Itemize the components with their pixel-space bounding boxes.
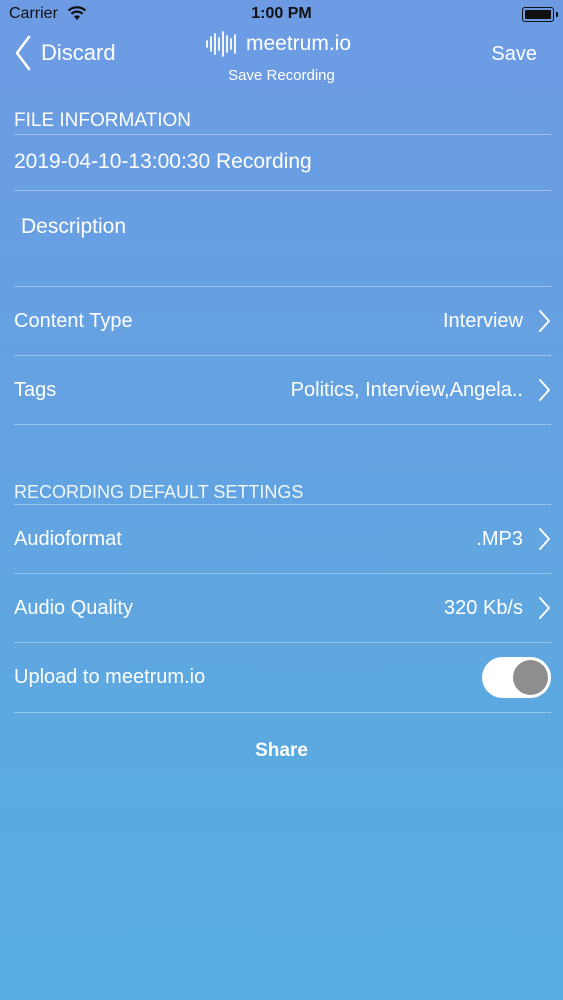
audioformat-label: Audioformat — [14, 527, 122, 550]
page-title: Save Recording — [228, 67, 335, 84]
battery-icon — [522, 7, 558, 22]
audioformat-value: .MP3 — [476, 527, 523, 550]
audio-quality-row[interactable]: Audio Quality 320 Kb/s — [14, 574, 551, 642]
divider — [14, 190, 551, 191]
divider — [14, 712, 551, 713]
description-field[interactable]: Description — [21, 215, 126, 239]
toggle-knob — [513, 660, 548, 695]
tags-label: Tags — [14, 378, 57, 401]
upload-label: Upload to meetrum.io — [14, 666, 206, 688]
audio-quality-label: Audio Quality — [14, 596, 133, 619]
content-type-value: Interview — [442, 309, 523, 332]
upload-row: Upload to meetrum.io — [14, 643, 551, 712]
tags-value: Politics, Interview,Angela.. — [290, 378, 523, 401]
brand-name: meetrum.io — [246, 32, 352, 55]
waveform-logo-icon — [206, 31, 236, 57]
recording-default-settings-header: RECORDING DEFAULT SETTINGS — [14, 482, 304, 502]
content-type-row[interactable]: Content Type Interview — [14, 287, 551, 355]
audioformat-row[interactable]: Audioformat .MP3 — [14, 505, 551, 573]
status-bar: Carrier 1:00 PM — [0, 0, 563, 30]
chevron-right-icon — [539, 310, 550, 332]
save-button[interactable]: Save — [491, 43, 537, 66]
chevron-right-icon — [539, 597, 550, 619]
discard-label: Discard — [41, 39, 116, 65]
share-button[interactable]: Share — [0, 740, 563, 762]
divider — [14, 134, 551, 135]
chevron-right-icon — [539, 528, 550, 550]
navigation-bar: Discard meetrum.io Save Recording Save — [0, 30, 563, 100]
filename-field[interactable]: 2019-04-10-13:00:30 Recording — [14, 150, 312, 174]
back-chevron-icon — [15, 35, 31, 70]
brand-logo: meetrum.io — [205, 30, 351, 58]
divider — [14, 424, 551, 425]
audio-quality-value: 320 Kb/s — [444, 596, 523, 619]
tags-row[interactable]: Tags Politics, Interview,Angela.. — [14, 356, 551, 424]
file-information-header: FILE INFORMATION — [14, 110, 191, 131]
chevron-right-icon — [539, 379, 550, 401]
upload-toggle[interactable] — [482, 657, 551, 698]
content-type-label: Content Type — [14, 309, 133, 332]
clock: 1:00 PM — [251, 5, 312, 22]
